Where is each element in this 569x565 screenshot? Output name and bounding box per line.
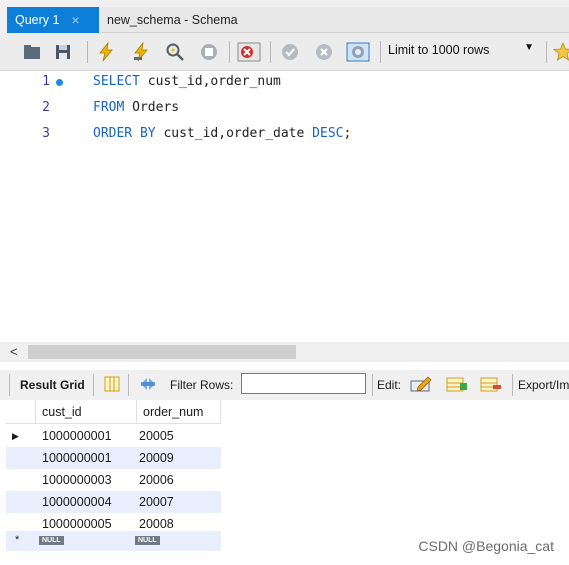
cell-cust-id[interactable]: 1000000001	[42, 429, 112, 443]
toolbar-separator	[270, 41, 271, 63]
sql-keyword: FROM	[93, 100, 125, 115]
editor-horizontal-scrollbar[interactable]: <	[0, 342, 569, 362]
open-folder-icon[interactable]	[22, 42, 42, 62]
line-number: 1	[42, 74, 50, 89]
sql-text: cust_id,order_date	[155, 126, 313, 141]
sql-keyword: ORDER BY	[93, 126, 156, 141]
result-grid-label[interactable]: Result Grid	[20, 378, 85, 392]
edit-label: Edit:	[377, 378, 402, 392]
line-number: 2	[42, 100, 50, 115]
cell-cust-id[interactable]: 1000000004	[42, 495, 112, 509]
grid-layout-icon[interactable]	[104, 376, 120, 392]
commit-icon[interactable]	[280, 42, 300, 62]
tab-query-1-label: Query 1	[15, 13, 60, 27]
chevron-down-icon: ▼	[524, 42, 534, 53]
new-row-icon: *	[15, 534, 20, 546]
result-toolbar: Result Grid Filter Rows: Edit: Export/Im	[0, 370, 569, 400]
cell-order-num-null[interactable]: NULL	[135, 531, 160, 545]
cell-cust-id[interactable]: 1000000005	[42, 517, 112, 531]
sql-text: ;	[343, 126, 352, 141]
stop-icon[interactable]	[199, 42, 219, 62]
sql-keyword: SELECT	[93, 74, 140, 89]
tab-schema[interactable]: new_schema - Schema	[99, 7, 569, 33]
cell-order-num[interactable]: 20005	[139, 429, 174, 443]
scroll-left-icon[interactable]: <	[10, 344, 18, 359]
explain-icon[interactable]	[165, 42, 185, 62]
cell-order-num[interactable]: 20007	[139, 495, 174, 509]
limit-rows-value: Limit to 1000 rows	[388, 43, 490, 57]
tab-bar: Query 1 × new_schema - Schema	[0, 0, 569, 33]
toolbar-separator	[546, 41, 547, 63]
cell-cust-id[interactable]: 1000000003	[42, 473, 112, 487]
close-tab-icon[interactable]: ×	[71, 12, 79, 28]
toolbar-separator	[87, 41, 88, 63]
line-number: 3	[42, 126, 50, 141]
cell-order-num[interactable]: 20008	[139, 517, 174, 531]
delete-row-icon[interactable]	[480, 375, 502, 393]
table-row[interactable]: 1000000003 20006	[6, 469, 221, 491]
current-row-icon: ▶	[12, 431, 19, 441]
new-table-row[interactable]: * NULL NULL	[6, 531, 221, 551]
cell-cust-id[interactable]: 1000000001	[42, 451, 112, 465]
code-line: SELECT cust_id,order_num	[93, 74, 281, 89]
export-import-label[interactable]: Export/Im	[518, 378, 569, 392]
limit-rows-select[interactable]: Limit to 1000 rows ▼	[388, 42, 542, 61]
cell-order-num[interactable]: 20006	[139, 473, 174, 487]
toolbar-separator	[93, 374, 94, 396]
table-row[interactable]: 1000000004 20007	[6, 491, 221, 513]
autocommit-icon[interactable]	[346, 42, 370, 62]
save-icon[interactable]	[53, 42, 73, 62]
tab-query-1[interactable]: Query 1 ×	[7, 7, 99, 33]
null-badge: NULL	[135, 536, 160, 545]
code-line: ORDER BY cust_id,order_date DESC;	[93, 126, 351, 141]
toolbar-separator	[512, 374, 513, 396]
toolbar-separator	[380, 41, 381, 63]
table-row[interactable]: 1000000001 20009	[6, 447, 221, 469]
cell-cust-id-null[interactable]: NULL	[39, 531, 64, 545]
execute-current-icon[interactable]	[131, 42, 151, 62]
rollback-icon[interactable]	[314, 42, 334, 62]
column-header-cust-id[interactable]: cust_id	[36, 400, 137, 424]
grid-corner-header	[6, 400, 36, 424]
column-header-order-num[interactable]: order_num	[137, 400, 221, 424]
insert-row-icon[interactable]	[446, 375, 468, 393]
toolbar-separator	[128, 374, 129, 396]
tab-schema-label: new_schema - Schema	[107, 12, 238, 27]
sql-toolbar: Limit to 1000 rows ▼	[0, 33, 569, 71]
edit-row-icon[interactable]	[410, 375, 432, 393]
execute-icon[interactable]	[96, 42, 116, 62]
toolbar-separator	[229, 41, 230, 63]
statement-marker-icon	[56, 79, 63, 86]
null-badge: NULL	[39, 536, 64, 545]
toolbar-separator	[9, 374, 10, 396]
toggle-error-icon[interactable]	[237, 42, 261, 62]
bookmark-star-icon[interactable]	[553, 42, 569, 62]
sql-text: Orders	[124, 100, 180, 115]
filter-rows-input[interactable]	[241, 373, 366, 394]
table-row[interactable]: ▶ 1000000001 20005	[6, 425, 221, 447]
code-line: FROM Orders	[93, 100, 179, 115]
sql-keyword: DESC	[312, 126, 344, 141]
sql-editor[interactable]: 1 SELECT cust_id,order_num 2 FROM Orders…	[0, 71, 569, 341]
watermark-text: CSDN @Begonia_cat	[418, 538, 554, 554]
toolbar-separator	[372, 374, 373, 396]
sql-text: cust_id,order_num	[139, 74, 281, 89]
filter-rows-label: Filter Rows:	[170, 378, 234, 392]
cell-order-num[interactable]: 20009	[139, 451, 174, 465]
refresh-icon[interactable]	[138, 376, 158, 392]
scrollbar-thumb[interactable]	[28, 345, 296, 359]
